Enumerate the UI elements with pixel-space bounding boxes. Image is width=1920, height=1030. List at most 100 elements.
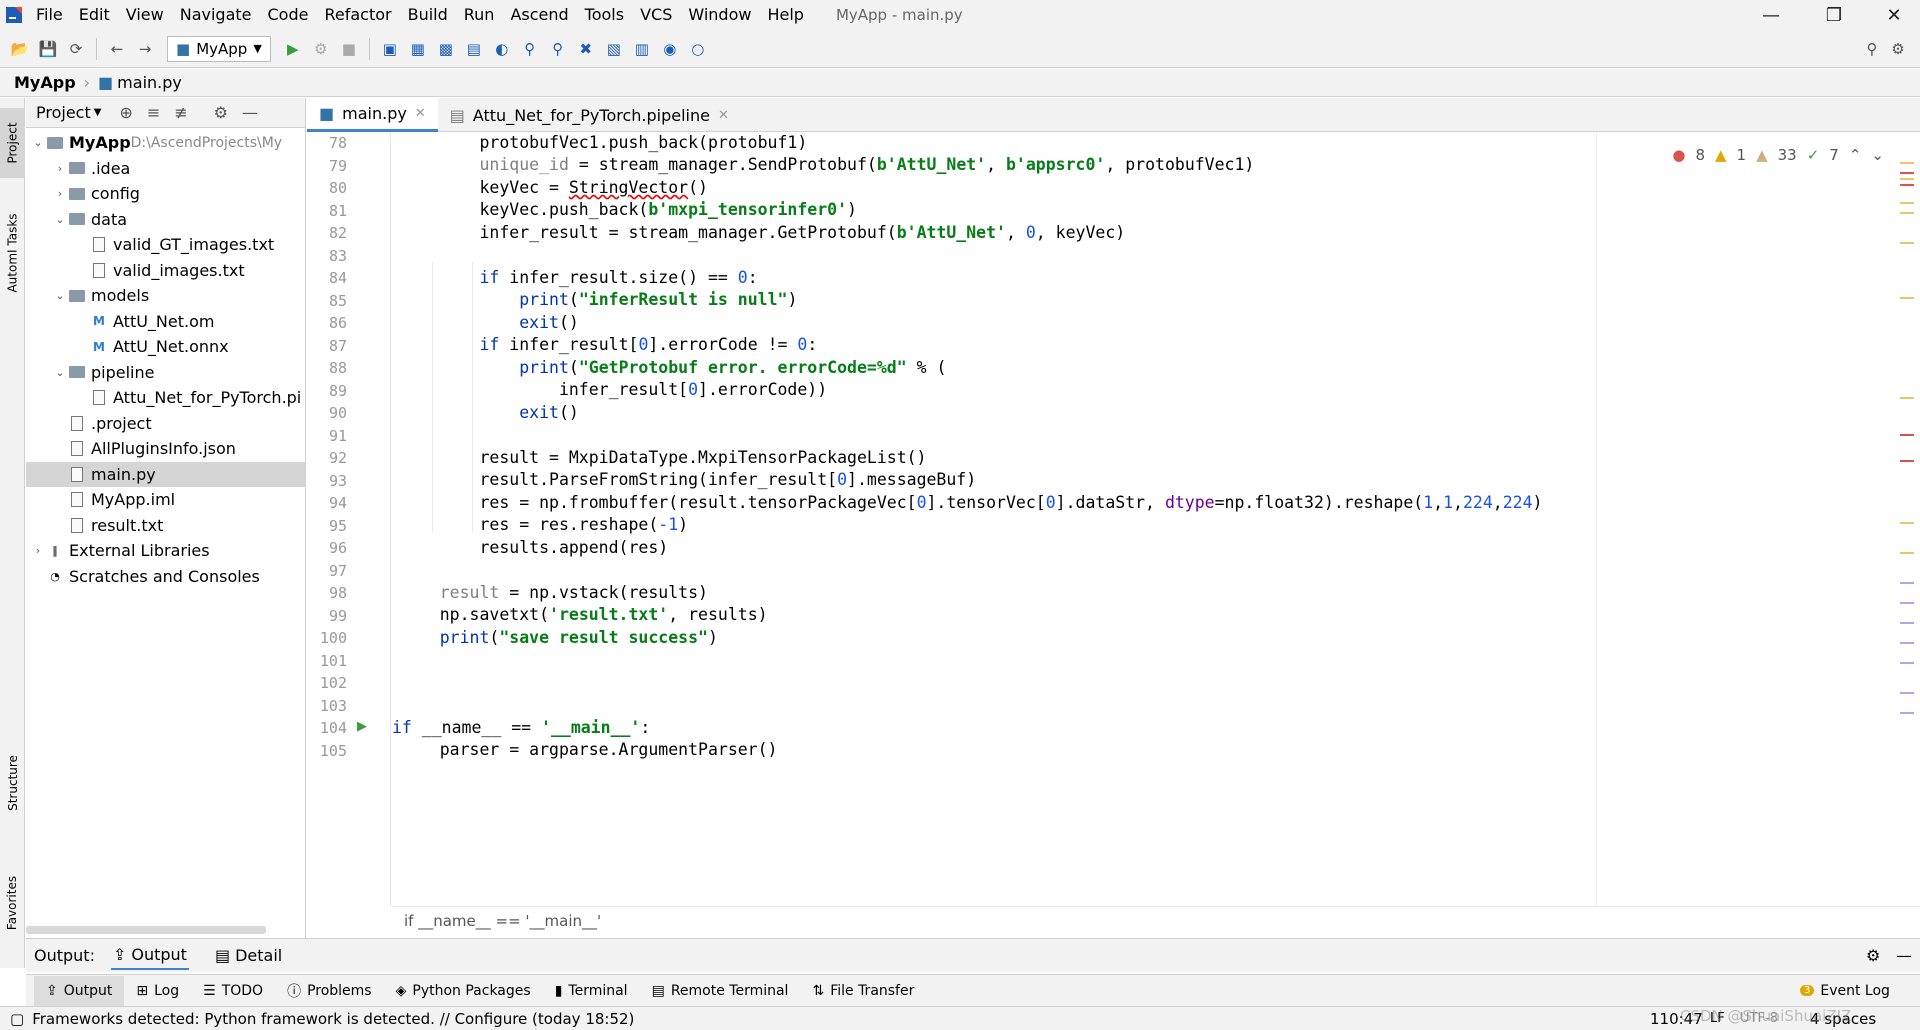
menu-ascend[interactable]: Ascend (502, 0, 576, 30)
bottom-tab-remote-terminal[interactable]: ▤ Remote Terminal (640, 976, 801, 1006)
tree-item[interactable]: result.txt (26, 513, 306, 538)
chevron-down-icon[interactable]: ⌄ (52, 289, 68, 302)
run-config-select[interactable]: ■ MyApp ▼ (167, 35, 271, 62)
menu-edit[interactable]: Edit (71, 0, 118, 30)
tree-item[interactable]: › ‖ External Libraries (26, 538, 306, 563)
expand-all-icon[interactable]: ≡ (147, 103, 160, 122)
tree-item[interactable]: ⌄ models (26, 283, 306, 308)
minimize-icon[interactable]: — (1745, 0, 1797, 30)
bottom-tab-output[interactable]: ⇪ Output (34, 975, 125, 1006)
ascend-tool-7-icon[interactable]: ⚲ (544, 35, 572, 63)
bottom-tab-todo[interactable]: ☰ TODO (191, 976, 275, 1006)
run-gutter-icon[interactable]: ▶ (357, 719, 367, 734)
chevron-right-icon[interactable]: › (52, 162, 68, 175)
menu-tools[interactable]: Tools (577, 0, 632, 30)
restore-icon[interactable]: ❐ (1808, 0, 1860, 30)
menu-refactor[interactable]: Refactor (316, 0, 399, 30)
close-tab-icon[interactable]: ✕ (718, 108, 729, 123)
bottom-tab-log[interactable]: ⊞ Log (124, 976, 191, 1006)
menu-navigate[interactable]: Navigate (172, 0, 260, 30)
ascend-tool-11-icon[interactable]: ◉ (656, 35, 684, 63)
forward-icon[interactable]: → (131, 35, 159, 63)
menu-build[interactable]: Build (400, 0, 456, 30)
tree-item[interactable]: ⌄ MyApp D:\AscendProjects\My (26, 130, 306, 155)
sync-icon[interactable]: ⟳ (62, 35, 90, 63)
settings-gear-icon[interactable]: ⚙ (214, 103, 228, 122)
close-tab-icon[interactable]: ✕ (415, 106, 426, 121)
menu-code[interactable]: Code (260, 0, 317, 30)
ascend-tool-8-icon[interactable]: ✖ (572, 35, 600, 63)
tab-project[interactable]: Project (0, 108, 25, 178)
back-icon[interactable]: ← (103, 35, 131, 63)
tree-item[interactable]: ⌄ pipeline (26, 360, 306, 385)
settings-gear-icon[interactable]: ⚙ (1884, 35, 1912, 63)
tab-favorites[interactable]: Favorites (0, 858, 25, 948)
tree-item[interactable]: AllPluginsInfo.json (26, 436, 306, 461)
stop-icon[interactable]: ■ (335, 35, 363, 63)
open-folder-icon[interactable]: 📂 (6, 35, 34, 63)
ascend-tool-10-icon[interactable]: ▥ (628, 35, 656, 63)
code-breadcrumb[interactable]: if __name__ == '__main__' (392, 906, 1920, 934)
ascend-tool-2-icon[interactable]: ▦ (404, 35, 432, 63)
hide-panel-icon[interactable]: — (1896, 946, 1912, 965)
ascend-tool-1-icon[interactable]: ▣ (376, 35, 404, 63)
menu-view[interactable]: View (118, 0, 172, 30)
status-toggle-icon[interactable]: ▢ (10, 1010, 24, 1028)
tree-item[interactable]: .project (26, 411, 306, 436)
ascend-tool-4-icon[interactable]: ▤ (460, 35, 488, 63)
hide-panel-icon[interactable]: — (242, 103, 258, 122)
run-icon[interactable]: ▶ (279, 35, 307, 63)
project-view-select[interactable]: Project (36, 103, 91, 122)
ascend-tool-6-icon[interactable]: ⚲ (516, 35, 544, 63)
tab-pipeline[interactable]: ▤ Attu_Net_for_PyTorch.pipeline ✕ (438, 98, 741, 132)
debug-icon[interactable]: ⚙ (307, 35, 335, 63)
tree-item[interactable]: M AttU_Net.onnx (26, 334, 306, 359)
ascend-tool-9-icon[interactable]: ▧ (600, 35, 628, 63)
collapse-all-icon[interactable]: ≢ (174, 103, 187, 122)
previous-highlight-icon[interactable]: ⌃ (1849, 146, 1862, 164)
ascend-tool-5-icon[interactable]: ◐ (488, 35, 516, 63)
chevron-down-icon[interactable]: ▼ (94, 107, 102, 118)
menu-window[interactable]: Window (680, 0, 759, 30)
bottom-tab-file-transfer[interactable]: ⇅ File Transfer (800, 976, 926, 1006)
chevron-right-icon[interactable]: › (30, 544, 46, 557)
output-tab-detail[interactable]: ▤ Detail (215, 946, 282, 965)
menu-file[interactable]: File (28, 0, 71, 30)
status-message[interactable]: Frameworks detected: Python framework is… (32, 1010, 634, 1028)
tree-item[interactable]: main.py (26, 461, 306, 487)
code-editor[interactable]: protobufVec1.push_back(protobuf1) unique… (392, 132, 1596, 906)
menu-vcs[interactable]: VCS (632, 0, 680, 30)
close-icon[interactable]: ✕ (1868, 0, 1920, 30)
tab-main-py[interactable]: ■ main.py ✕ (307, 98, 438, 132)
tree-item[interactable]: Attu_Net_for_PyTorch.pi (26, 385, 306, 410)
tree-item[interactable]: valid_images.txt (26, 258, 306, 283)
event-log-button[interactable]: 3 Event Log (1788, 976, 1902, 1006)
search-icon[interactable]: ⚲ (1858, 35, 1886, 63)
bottom-tab-terminal[interactable]: ▮ Terminal (543, 976, 640, 1006)
menu-help[interactable]: Help (759, 0, 811, 30)
breadcrumb-file[interactable]: main.py (117, 73, 182, 92)
tab-structure[interactable]: Structure (0, 738, 25, 828)
tree-item[interactable]: › config (26, 181, 306, 206)
ascend-tool-3-icon[interactable]: ▩ (432, 35, 460, 63)
chevron-right-icon[interactable]: › (52, 187, 68, 200)
tree-item[interactable]: MyApp.iml (26, 487, 306, 512)
tab-automl-tasks[interactable]: AutomI Tasks (0, 198, 25, 308)
settings-gear-icon[interactable]: ⚙ (1866, 946, 1880, 965)
horizontal-scrollbar[interactable] (26, 926, 266, 934)
output-tab-output[interactable]: ⇪ Output (110, 941, 189, 970)
save-icon[interactable]: 💾 (34, 35, 62, 63)
bottom-tab-python-packages[interactable]: ◈ Python Packages (384, 976, 543, 1006)
ascend-tool-12-icon[interactable]: ○ (684, 35, 712, 63)
chevron-down-icon[interactable]: ⌄ (30, 136, 46, 149)
chevron-down-icon[interactable]: ⌄ (52, 213, 68, 226)
bottom-tab-problems[interactable]: ⓘ Problems (275, 976, 384, 1006)
tree-item[interactable]: ⌄ data (26, 207, 306, 232)
next-highlight-icon[interactable]: ⌄ (1871, 146, 1884, 164)
chevron-down-icon[interactable]: ⌄ (52, 366, 68, 379)
tree-item[interactable]: › .idea (26, 156, 306, 181)
menu-run[interactable]: Run (456, 0, 503, 30)
tree-item[interactable]: valid_GT_images.txt (26, 232, 306, 257)
tree-item[interactable]: M AttU_Net.om (26, 309, 306, 334)
locate-icon[interactable]: ⊕ (119, 103, 132, 122)
